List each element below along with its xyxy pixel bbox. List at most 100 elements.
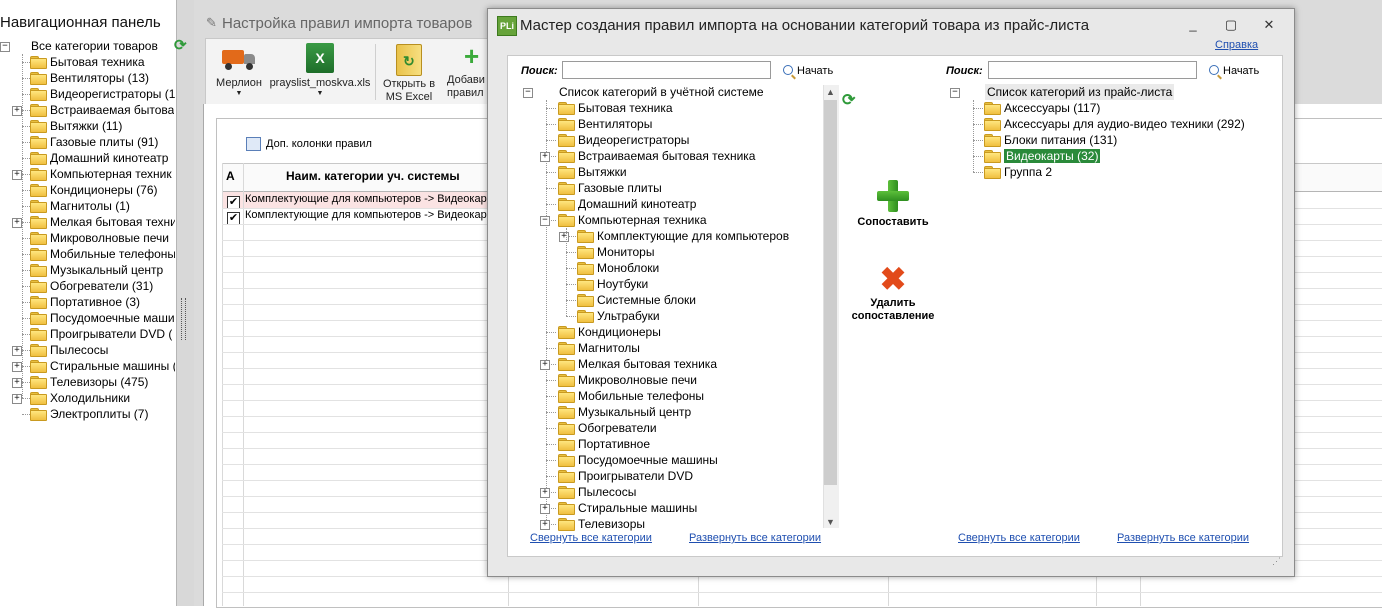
tree-item[interactable]: Аксессуары (117) xyxy=(984,100,1100,116)
tree-item[interactable]: Бытовая техника xyxy=(558,100,673,116)
column-a-header[interactable]: А xyxy=(226,169,235,183)
expand-icon[interactable]: + xyxy=(12,218,22,228)
splitter-grip-icon[interactable] xyxy=(181,298,186,340)
right-expand-all-link[interactable]: Развернуть все категории xyxy=(1117,532,1249,544)
collapse-icon[interactable]: − xyxy=(950,88,960,98)
tree-item[interactable]: Телевизоры (475) xyxy=(30,374,148,390)
collapse-icon[interactable]: − xyxy=(540,216,550,226)
tree-item[interactable]: Кондиционеры (76) xyxy=(30,182,158,198)
tree-item[interactable]: Моноблоки xyxy=(577,260,659,276)
tree-item[interactable]: Вентиляторы xyxy=(558,116,652,132)
tree-item[interactable]: Портативное (3) xyxy=(30,294,140,310)
expand-icon[interactable]: + xyxy=(12,362,22,372)
tree-item[interactable]: Группа 2 xyxy=(984,164,1052,180)
tree-item[interactable]: Мелкая бытовая техника xyxy=(558,356,717,372)
minimize-button[interactable]: _ xyxy=(1180,16,1206,34)
tree-item[interactable]: Пылесосы xyxy=(30,342,108,358)
tree-item[interactable]: Микроволновые печи xyxy=(30,230,169,246)
tree-item[interactable]: Встраиваемая бытовая техника xyxy=(558,148,755,164)
refresh-icon[interactable]: ⟳ xyxy=(842,90,855,110)
tree-item[interactable]: Проигрыватели DVD xyxy=(558,468,693,484)
tree-item[interactable]: Видеокарты (32) xyxy=(984,148,1101,164)
tree-item[interactable]: Домашний кинотеатр xyxy=(558,196,696,212)
column-category-header[interactable]: Наим. категории уч. системы xyxy=(286,169,460,183)
tree-item[interactable]: Встраиваемая бытова xyxy=(30,102,174,118)
tree-item[interactable]: Компьютерная техника xyxy=(558,212,707,228)
tree-item[interactable]: Микроволновые печи xyxy=(558,372,697,388)
tree-item[interactable]: Системные блоки xyxy=(577,292,696,308)
tree-item[interactable]: Газовые плиты xyxy=(558,180,662,196)
merlion-button[interactable]: Мерлион ▼ xyxy=(210,42,268,100)
extra-columns-button[interactable]: Доп. колонки правил xyxy=(266,138,372,150)
left-search-button[interactable]: Начать xyxy=(783,65,833,77)
close-button[interactable]: ✕ xyxy=(1256,16,1282,34)
tree-item[interactable]: Газовые плиты (91) xyxy=(30,134,158,150)
expand-icon[interactable]: + xyxy=(540,520,550,530)
left-tree-root[interactable]: Список категорий в учётной системе xyxy=(559,84,764,100)
tree-item[interactable]: Музыкальный центр xyxy=(30,262,163,278)
tree-item[interactable]: Обогреватели (31) xyxy=(30,278,153,294)
tree-item[interactable]: Обогреватели xyxy=(558,420,657,436)
tree-item[interactable]: Мониторы xyxy=(577,244,654,260)
expand-icon[interactable]: + xyxy=(540,360,550,370)
tree-item[interactable]: Кондиционеры xyxy=(558,324,661,340)
right-search-button[interactable]: Начать xyxy=(1209,65,1259,77)
tree-item[interactable]: Посудомоечные маши xyxy=(30,310,175,326)
right-tree-root[interactable]: Список категорий из прайс-листа xyxy=(985,84,1175,100)
resize-grip-icon[interactable]: ⋰ xyxy=(1272,556,1281,567)
price-file-button[interactable]: X prayslist_moskva.xls ▼ xyxy=(268,42,372,100)
tree-item[interactable]: Бытовая техника xyxy=(30,54,145,70)
tree-item[interactable]: Блоки питания (131) xyxy=(984,132,1117,148)
refresh-icon[interactable]: ⟳ xyxy=(174,36,187,54)
expand-icon[interactable]: + xyxy=(540,152,550,162)
left-expand-all-link[interactable]: Развернуть все категории xyxy=(689,532,821,544)
tree-item[interactable]: Видеорегистраторы xyxy=(558,132,689,148)
expand-icon[interactable]: + xyxy=(12,346,22,356)
tree-item[interactable]: Электроплиты (7) xyxy=(30,406,148,422)
tree-item[interactable]: Стиральные машины ( xyxy=(30,358,175,374)
tree-item[interactable]: Магнитолы xyxy=(558,340,640,356)
tree-item[interactable]: Компьютерная техник xyxy=(30,166,172,182)
tree-item[interactable]: Вытяжки xyxy=(558,164,627,180)
tree-item[interactable]: Аксессуары для аудио-видео техники (292) xyxy=(984,116,1245,132)
tree-item[interactable]: Ультрабуки xyxy=(577,308,660,324)
scroll-up-arrow-icon[interactable]: ▲ xyxy=(823,85,838,99)
tree-item[interactable]: Музыкальный центр xyxy=(558,404,691,420)
collapse-icon[interactable]: − xyxy=(523,88,533,98)
right-search-input[interactable] xyxy=(988,61,1197,79)
maximize-button[interactable]: ▢ xyxy=(1218,16,1244,34)
tree-item[interactable]: Вытяжки (11) xyxy=(30,118,122,134)
tree-item[interactable]: Мелкая бытовая техни xyxy=(30,214,175,230)
open-in-excel-button[interactable]: ↻ Открыть в MS Excel xyxy=(378,42,440,103)
scroll-down-arrow-icon[interactable]: ▼ xyxy=(823,515,838,529)
left-collapse-all-link[interactable]: Свернуть все категории xyxy=(530,532,652,544)
help-link[interactable]: Справка xyxy=(1215,39,1258,51)
left-search-input[interactable] xyxy=(562,61,771,79)
expand-icon[interactable]: + xyxy=(12,106,22,116)
tree-item[interactable]: Комплектующие для компьютеров xyxy=(577,228,789,244)
collapse-icon[interactable]: − xyxy=(0,42,10,52)
row-checkbox[interactable]: ✔ xyxy=(227,210,240,225)
scroll-thumb[interactable] xyxy=(824,100,837,485)
delete-match-button[interactable]: ✖ Удалить сопоставление xyxy=(843,263,943,323)
tree-item[interactable]: Пылесосы xyxy=(558,484,636,500)
add-rule-button[interactable]: + Добави правил xyxy=(444,42,490,102)
expand-icon[interactable]: + xyxy=(540,504,550,514)
tree-item[interactable]: Телевизоры xyxy=(558,516,645,532)
tree-item[interactable]: Портативное xyxy=(558,436,650,452)
expand-icon[interactable]: + xyxy=(559,232,569,242)
match-button[interactable]: Сопоставить xyxy=(848,180,938,229)
expand-icon[interactable]: + xyxy=(12,394,22,404)
tree-item[interactable]: Видеорегистраторы (1 xyxy=(30,86,175,102)
tree-item[interactable]: Мобильные телефоны xyxy=(30,246,175,262)
tree-item[interactable]: Холодильники xyxy=(30,390,130,406)
tree-item[interactable]: Домашний кинотеатр xyxy=(30,150,168,166)
expand-icon[interactable]: + xyxy=(12,170,22,180)
right-collapse-all-link[interactable]: Свернуть все категории xyxy=(958,532,1080,544)
tree-item[interactable]: Ноутбуки xyxy=(577,276,648,292)
expand-icon[interactable]: + xyxy=(12,378,22,388)
nav-root-item[interactable]: Все категории товаров xyxy=(31,38,158,54)
tree-item[interactable]: Посудомоечные машины xyxy=(558,452,718,468)
row-checkbox[interactable]: ✔ xyxy=(227,194,240,209)
tree-item[interactable]: Стиральные машины xyxy=(558,500,697,516)
